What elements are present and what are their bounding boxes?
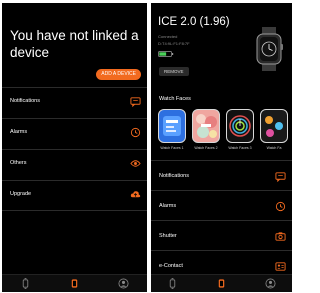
watch-face-label: Watch Faces 1 — [160, 146, 184, 150]
watch-face-art — [265, 116, 283, 137]
menu-item-others[interactable]: Others — [2, 149, 147, 180]
add-device-button[interactable]: ADD A DEVICE — [96, 69, 141, 80]
eye-icon — [130, 160, 141, 167]
watch-face-2[interactable]: Watch Faces 2 — [190, 109, 222, 150]
menu-item-upgrade[interactable]: Upgrade — [2, 180, 147, 211]
menu-item-label: e-Contact — [159, 263, 183, 269]
watch-face-thumbnail — [260, 109, 288, 143]
menu-item-label: Shutter — [159, 233, 177, 239]
bottom-nav — [2, 274, 147, 292]
menu-item-notifications[interactable]: Notifications — [151, 160, 292, 190]
bottom-nav — [151, 274, 292, 292]
watch-face-thumbnail — [192, 109, 220, 143]
profile-icon[interactable] — [118, 278, 129, 289]
menu-item-label: Notifications — [159, 173, 189, 179]
remove-device-button[interactable]: REMOVE — [159, 67, 189, 76]
watch-faces-title: Watch Faces — [159, 96, 191, 102]
watch-icon[interactable] — [167, 278, 178, 289]
message-icon — [130, 97, 141, 107]
menu-item-label: Alarms — [159, 203, 177, 209]
watch-face-4[interactable]: Watch Fa — [258, 109, 290, 150]
profile-icon[interactable] — [265, 278, 276, 289]
menu-item-label: Notifications — [10, 98, 40, 104]
menu-item-label: Upgrade — [10, 191, 32, 197]
device-settings-menu: Notifications Alarms Shutter e-Contact — [151, 160, 292, 280]
clock-icon — [275, 201, 286, 212]
connection-status: Connected — [158, 34, 178, 39]
settings-menu: Notifications Alarms Others Upgrade — [2, 87, 147, 211]
watch-face-label: Watch Faces 2 — [194, 146, 218, 150]
device-icon[interactable] — [216, 278, 227, 289]
menu-item-alarms[interactable]: Alarms — [151, 190, 292, 220]
no-device-headline: You have not linked a device — [10, 28, 139, 60]
watch-face-thumbnail — [158, 109, 186, 143]
menu-item-notifications[interactable]: Notifications — [2, 87, 147, 118]
cloud-upload-icon — [130, 191, 141, 198]
menu-item-label: Alarms — [10, 129, 28, 135]
menu-item-label: Others — [10, 160, 27, 166]
device-mac-address: D:T4:9L:F1:F8:7F — [158, 41, 190, 46]
watch-face-3[interactable]: Watch Faces 3 — [224, 109, 256, 150]
device-name: ICE 2.0 (1.96) — [158, 16, 230, 28]
camera-icon — [275, 232, 286, 241]
clock-icon — [130, 127, 141, 138]
menu-item-shutter[interactable]: Shutter — [151, 220, 292, 250]
watch-face-thumbnail — [226, 109, 254, 143]
message-icon — [275, 172, 286, 182]
watch-faces-carousel: Watch Faces 1 Watch Faces 2 Watch Faces … — [156, 109, 292, 155]
menu-item-alarms[interactable]: Alarms — [2, 118, 147, 149]
watch-icon[interactable] — [20, 278, 31, 289]
watch-face-art — [229, 115, 251, 137]
right-screen: ICE 2.0 (1.96) Connected D:T4:9L:F1:F8:7… — [151, 3, 292, 292]
watch-face-art — [196, 114, 217, 138]
left-screen: You have not linked a device ADD A DEVIC… — [2, 3, 147, 292]
watch-face-label: Watch Faces 3 — [228, 146, 252, 150]
watch-face-1[interactable]: Watch Faces 1 — [156, 109, 188, 150]
watch-face-art — [163, 116, 181, 136]
battery-icon — [158, 51, 174, 57]
contact-card-icon — [275, 262, 286, 271]
smartwatch-image — [256, 27, 283, 71]
device-icon[interactable] — [69, 278, 80, 289]
watch-face-label: Watch Fa — [266, 146, 282, 150]
